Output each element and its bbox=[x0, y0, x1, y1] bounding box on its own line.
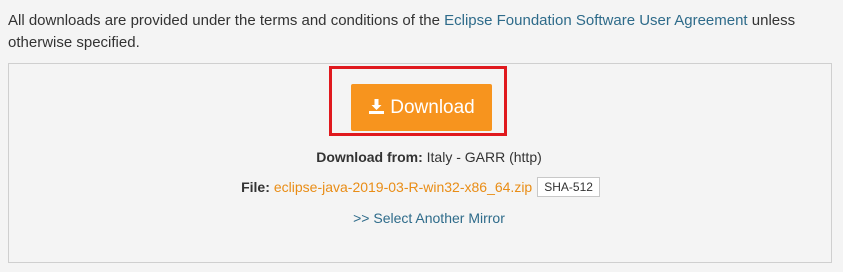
file-info: File: eclipse-java-2019-03-R-win32-x86_6… bbox=[9, 177, 832, 197]
download-panel: Download Download from: Italy - GARR (ht… bbox=[8, 63, 832, 263]
download-source: Download from: Italy - GARR (http) bbox=[9, 148, 843, 166]
download-mirror-name: Italy - GARR (http) bbox=[422, 149, 542, 165]
license-notice-prefix: All downloads are provided under the ter… bbox=[8, 12, 445, 29]
download-button-label: Download bbox=[390, 96, 475, 118]
file-label: File: bbox=[241, 179, 270, 195]
file-download-link[interactable]: eclipse-java-2019-03-R-win32-x86_64.zip bbox=[274, 178, 532, 196]
download-from-label: Download from: bbox=[316, 149, 423, 165]
license-notice: All downloads are provided under the ter… bbox=[8, 10, 833, 54]
download-icon bbox=[368, 98, 385, 115]
download-button[interactable]: Download bbox=[351, 84, 492, 131]
sha512-button[interactable]: SHA-512 bbox=[537, 177, 600, 197]
user-agreement-link[interactable]: Eclipse Foundation Software User Agreeme… bbox=[444, 12, 748, 29]
select-mirror-link[interactable]: >> Select Another Mirror bbox=[9, 209, 843, 227]
